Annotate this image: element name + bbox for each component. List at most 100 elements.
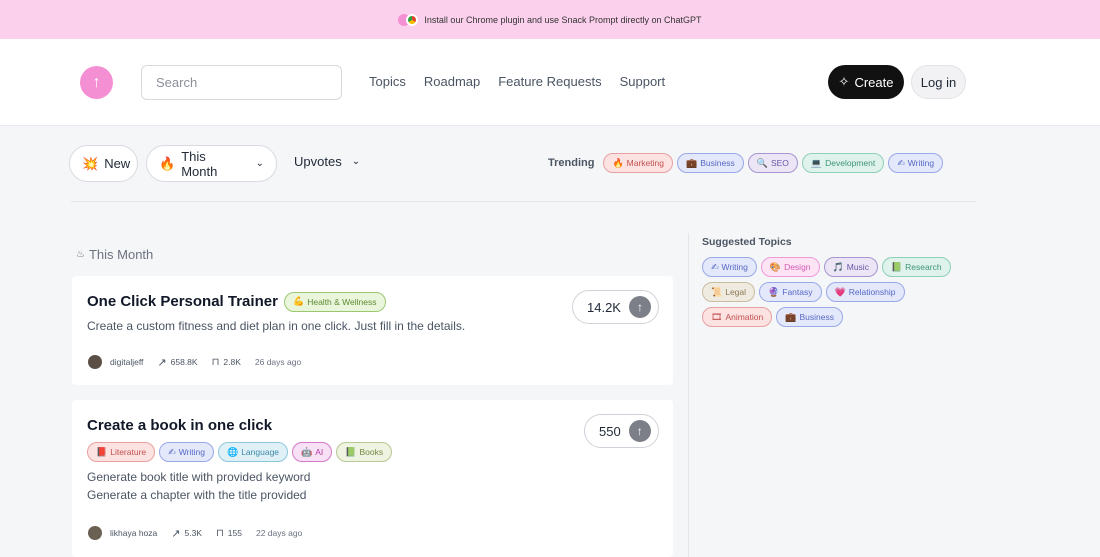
fire-outline-icon: ♨ — [76, 249, 85, 260]
scroll-icon: 📜 — [711, 286, 723, 297]
fire-icon: 🔥 — [612, 157, 624, 168]
chip-label: Writing — [721, 262, 748, 272]
plugin-icons — [398, 13, 419, 26]
chevron-down-icon: ⌄ — [255, 158, 264, 169]
description-line: Generate book title with provided keywor… — [87, 470, 311, 484]
sort-label: Upvotes — [294, 154, 342, 169]
topic-music[interactable]: 🎵 Music — [823, 257, 878, 277]
chip-label: Fantasy — [782, 287, 813, 297]
site-header: ↑ Topics Roadmap Feature Requests Suppor… — [0, 39, 1100, 126]
main-nav: Topics Roadmap Feature Requests Support — [369, 74, 665, 89]
writing-hand-icon: ✍ — [897, 157, 905, 168]
views: ↗ 5.3K — [171, 527, 202, 540]
trending-chip-development[interactable]: 💻 Development — [801, 153, 885, 173]
prompt-card[interactable]: Create a book in one click 📕 Literature ✍… — [72, 400, 673, 557]
topic-animation[interactable]: 🎞 Animation — [702, 307, 773, 327]
upvote-button[interactable]: 14.2K ↑ — [572, 290, 659, 324]
chip-label: Music — [846, 262, 869, 272]
tag-ai[interactable]: 🤖 AI — [292, 442, 333, 462]
writing-hand-icon: ✍ — [711, 261, 719, 272]
bookmark-icon: ⊓ — [215, 527, 224, 539]
nav-support[interactable]: Support — [620, 74, 666, 89]
globe-icon: 🌐 — [226, 446, 239, 457]
chip-label: Animation — [725, 312, 764, 322]
search-input[interactable] — [141, 65, 342, 100]
chip-label: Writing — [178, 447, 205, 457]
music-note-icon: 🎵 — [832, 261, 844, 272]
chip-label: Literature — [110, 447, 147, 457]
sort-dropdown[interactable]: Upvotes ⌄ — [294, 154, 360, 169]
topic-writing[interactable]: ✍ Writing — [702, 257, 757, 277]
chip-label: Writing — [907, 158, 935, 168]
section-title: ♨ This Month — [76, 247, 153, 262]
chip-label: Development — [825, 158, 876, 168]
trending-chip-seo[interactable]: 🔍 SEO — [747, 153, 798, 173]
period-dropdown[interactable]: 🔥 This Month ⌄ — [146, 145, 277, 182]
topic-fantasy[interactable]: 🔮 Fantasy — [759, 282, 822, 302]
trending-chip-marketing[interactable]: 🔥 Marketing — [603, 153, 673, 173]
chip-label: Marketing — [626, 158, 664, 168]
login-button[interactable]: Log in — [911, 65, 966, 99]
chrome-icon — [406, 13, 419, 26]
filter-new-button[interactable]: 💥 New — [69, 145, 138, 182]
card-title[interactable]: One Click Personal Trainer — [87, 293, 278, 310]
age: 22 days ago — [255, 528, 303, 538]
saves[interactable]: ⊓ 2.8K — [212, 357, 241, 368]
book-icon: 📕 — [96, 446, 108, 457]
avatar — [88, 526, 102, 540]
author-name: digitaljeff — [110, 357, 144, 367]
promo-banner[interactable]: Install our Chrome plugin and use Snack … — [0, 0, 1100, 39]
tag-books[interactable]: 📗 Books — [336, 442, 393, 462]
tag-writing[interactable]: ✍ Writing — [159, 442, 214, 462]
vote-count: 550 — [599, 423, 621, 439]
upvote-button[interactable]: 550 ↑ — [584, 414, 659, 448]
writing-hand-icon: ✍ — [168, 446, 176, 457]
new-icon: 💥 — [82, 155, 99, 171]
saves[interactable]: ⊓ 155 — [216, 528, 242, 539]
topic-relationship[interactable]: 💗 Relationship — [825, 282, 905, 302]
avatar — [88, 355, 102, 369]
arrow-up-icon: ↑ — [628, 420, 651, 442]
film-icon: 🎞 — [711, 311, 723, 322]
nav-feature-requests[interactable]: Feature Requests — [498, 74, 601, 89]
author[interactable]: likhaya hoza — [88, 526, 157, 540]
logo-icon[interactable]: ↑ — [80, 66, 113, 99]
card-description: Generate book title with provided keywor… — [87, 468, 310, 504]
chip-label: Business — [700, 158, 735, 168]
chip-label: Health & Wellness — [307, 296, 377, 307]
prompt-card[interactable]: One Click Personal Trainer 💪 Health & Wel… — [72, 276, 673, 385]
book-icon: 📗 — [890, 261, 903, 272]
arrow-up-right-icon: ↗ — [157, 356, 167, 369]
crystal-ball-icon: 🔮 — [768, 286, 780, 297]
vote-count: 14.2K — [587, 299, 621, 315]
green-book-icon: 📗 — [345, 446, 357, 457]
author[interactable]: digitaljeff — [88, 355, 143, 369]
create-button[interactable]: ✧ Create — [828, 65, 904, 99]
card-title[interactable]: Create a book in one click — [87, 417, 272, 434]
filter-new-label: New — [104, 156, 131, 171]
robot-icon: 🤖 — [301, 446, 313, 457]
section-title-text: This Month — [88, 247, 154, 262]
trending-chip-writing[interactable]: ✍ Writing — [888, 153, 944, 173]
nav-topics[interactable]: Topics — [369, 74, 406, 89]
tag-health-wellness[interactable]: 💪 Health & Wellness — [284, 291, 386, 312]
trending-chip-business[interactable]: 💼 Business — [677, 153, 744, 173]
card-tags: 📕 Literature ✍ Writing 🌐 Language 🤖 AI 📗 Book… — [87, 442, 393, 462]
laptop-icon: 💻 — [810, 157, 823, 168]
topic-business[interactable]: 💼 Business — [776, 307, 843, 327]
sidebar-divider — [688, 233, 689, 557]
chip-label: Business — [799, 312, 834, 322]
suggested-topics: ✍ Writing 🎨 Design 🎵 Music 📗 Research 📜 Legal… — [702, 257, 962, 327]
palette-icon: 🎨 — [769, 261, 782, 272]
nav-roadmap[interactable]: Roadmap — [424, 74, 480, 89]
banner-text: Install our Chrome plugin and use Snack … — [424, 14, 702, 25]
tag-literature[interactable]: 📕 Literature — [87, 442, 156, 462]
fire-icon: 🔥 — [159, 155, 176, 171]
chip-label: Language — [241, 447, 280, 457]
tag-language[interactable]: 🌐 Language — [217, 442, 289, 462]
topic-legal[interactable]: 📜 Legal — [702, 282, 756, 302]
chip-label: SEO — [770, 158, 789, 168]
topic-design[interactable]: 🎨 Design — [760, 257, 820, 277]
topic-research[interactable]: 📗 Research — [881, 257, 951, 277]
description-line: Generate a chapter with the title provid… — [87, 488, 307, 502]
